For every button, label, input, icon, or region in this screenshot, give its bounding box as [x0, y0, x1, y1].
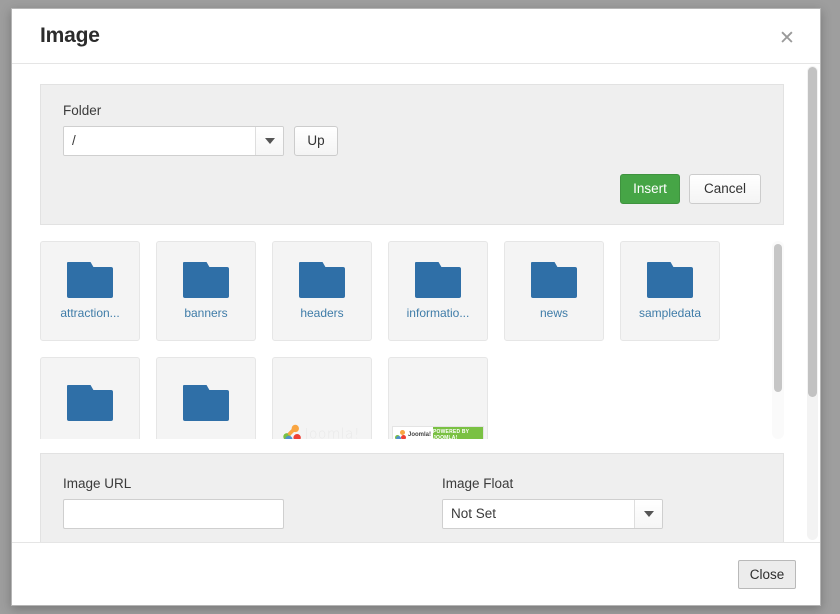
folder-icon — [67, 262, 113, 298]
list-item-label: headers — [300, 306, 344, 320]
close-icon[interactable]: ✕ — [776, 27, 798, 49]
image-modal: Image ✕ Folder / Up Insert Cancel attrac… — [11, 8, 821, 606]
joomla-mark-icon — [283, 424, 302, 439]
modal-body: Folder / Up Insert Cancel attraction... … — [12, 64, 820, 542]
folder-select[interactable]: / — [63, 126, 284, 156]
list-item[interactable]: sampledata — [620, 241, 720, 341]
folder-icon — [183, 262, 229, 298]
list-item[interactable]: Joomla! POWERED BY JOOMLA! — [388, 357, 488, 439]
folder-icon — [415, 262, 461, 298]
list-item[interactable] — [40, 357, 140, 439]
image-float-value: Not Set — [443, 500, 634, 528]
chevron-down-icon[interactable] — [634, 500, 662, 528]
joomla-wordmark: Joomla! — [304, 425, 361, 439]
page-root: g oc ra — ▼ e. T e cus ub eg Jn tu es ub… — [0, 0, 840, 614]
list-item[interactable] — [156, 357, 256, 439]
list-item-label: banners — [184, 306, 228, 320]
insert-button[interactable]: Insert — [620, 174, 680, 204]
folder-icon — [67, 385, 113, 421]
joomla-wordmark: Joomla! — [408, 432, 432, 438]
chevron-down-icon[interactable] — [255, 127, 283, 155]
thumbnail-browser: attraction... banners headers informatio… — [40, 241, 784, 439]
folder-label: Folder — [63, 103, 102, 118]
up-button[interactable]: Up — [294, 126, 338, 156]
cancel-button[interactable]: Cancel — [689, 174, 761, 204]
folder-icon — [531, 262, 577, 298]
folder-actions: Insert Cancel — [63, 174, 761, 204]
modal-body-content: Folder / Up Insert Cancel attraction... … — [12, 64, 806, 542]
modal-scrollbar-thumb[interactable] — [808, 67, 817, 397]
badge-left: Joomla! — [393, 429, 433, 439]
folder-row: / Up — [63, 126, 761, 156]
image-url-input[interactable] — [63, 499, 284, 529]
modal-footer: Close — [12, 542, 820, 605]
image-float-select[interactable]: Not Set — [442, 499, 663, 529]
list-item[interactable]: banners — [156, 241, 256, 341]
page-title: Image — [40, 24, 100, 47]
list-item-label: news — [539, 306, 568, 320]
image-attributes-panel: Image URL Image Float Not Set Image Desc — [40, 453, 784, 542]
close-button[interactable]: Close — [738, 559, 796, 589]
thumbnail-scrollbar[interactable] — [772, 241, 784, 439]
thumbnail-grid: attraction... banners headers informatio… — [40, 241, 768, 439]
modal-scrollbar[interactable] — [807, 66, 818, 540]
list-item[interactable]: news — [504, 241, 604, 341]
list-item[interactable]: headers — [272, 241, 372, 341]
joomla-logo-image: Joomla! — [283, 424, 361, 439]
list-item[interactable]: Joomla! — [272, 357, 372, 439]
image-float-label: Image Float — [442, 476, 514, 491]
list-item-label: sampledata — [638, 306, 702, 320]
joomla-mark-icon — [395, 429, 406, 439]
folder-icon — [647, 262, 693, 298]
thumbnail-scrollbar-thumb[interactable] — [774, 244, 782, 392]
folder-icon — [299, 262, 345, 298]
folder-panel: Folder / Up Insert Cancel — [40, 84, 784, 225]
list-item-label: informatio... — [406, 306, 470, 320]
list-item[interactable]: informatio... — [388, 241, 488, 341]
folder-select-value: / — [64, 127, 255, 155]
badge-text: POWERED BY JOOMLA! — [433, 427, 483, 439]
image-url-field-group: Image URL — [63, 476, 382, 529]
folder-icon — [183, 385, 229, 421]
list-item-label: attraction... — [60, 306, 120, 320]
form-grid: Image URL Image Float Not Set Image Desc — [63, 476, 761, 542]
modal-header: Image ✕ — [12, 9, 820, 64]
powered-by-joomla-image: Joomla! POWERED BY JOOMLA! — [392, 426, 484, 439]
list-item[interactable]: attraction... — [40, 241, 140, 341]
image-float-field-group: Image Float Not Set — [442, 476, 761, 529]
image-url-label: Image URL — [63, 476, 132, 491]
